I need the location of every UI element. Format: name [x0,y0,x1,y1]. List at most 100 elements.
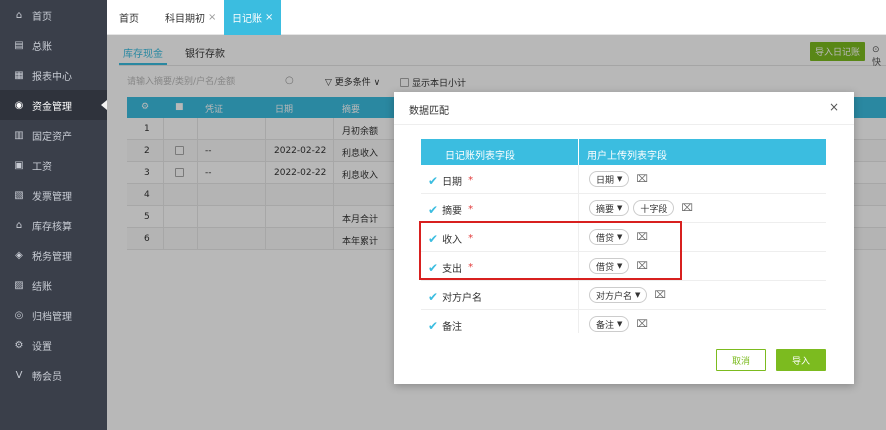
chevron-down-icon: ▼ [617,175,623,183]
mapping-row: ✔ 摘要 * 摘要 ▼ 十字段 ⌧ [421,194,826,223]
sidebar-item-label: 首页 [32,11,52,23]
trash-icon[interactable]: ⌧ [636,319,648,330]
trash-icon[interactable]: ⌧ [636,174,648,185]
chevron-down-icon: ▼ [617,320,623,328]
mapping-field: ✔ 摘要 * [428,202,474,218]
sidebar-item-label: 畅会员 [32,371,62,383]
cancel-button[interactable]: 取消 [716,349,766,371]
mapping-selects: 备注 ▼ ⌧ [589,316,648,332]
field-label: 对方户名 [442,293,483,304]
fund-icon: ◉ [14,99,24,111]
divider [578,139,579,165]
tab-bar: 首页 科目期初 × 日记账 × [107,0,886,35]
check-icon: ✔ [428,318,439,333]
dialog-title: 数据匹配 [409,106,449,117]
mapping-selects: 摘要 ▼ 十字段 ⌧ [589,200,693,216]
select-value: 日期 [596,175,615,186]
sidebar-item-label: 固定资产 [32,131,72,143]
sidebar-item[interactable]: ◈ 税务管理 [0,240,107,270]
sidebar-item[interactable]: ⌂ 首页 [0,0,107,30]
tab-label: 日记账 [232,14,262,25]
column-divider [578,194,579,222]
tab-home[interactable]: 首页 [119,0,139,35]
sidebar-item-label: 库存核算 [32,221,72,233]
field-label: 备注 [442,322,463,333]
asset-icon: ▥ [14,129,24,141]
column-journal-fields: 日记账列表字段 [445,151,515,162]
mapping-field: ✔ 备注 [428,318,463,334]
mapping-row: ✔ 备注 备注 ▼ ⌧ [421,310,826,333]
home-icon: ⌂ [15,9,23,21]
required-mark: * [468,175,474,186]
vip-icon: V [15,369,23,381]
settings-icon: ⚙ [14,339,24,351]
close-icon[interactable]: × [208,12,216,23]
field-label: 日期 [442,177,463,188]
sidebar-item[interactable]: ◉ 资金管理 [0,90,107,120]
mapping-field: ✔ 对方户名 [428,289,483,305]
import-button[interactable]: 导入 [776,349,826,371]
sidebar-item-label: 工资 [32,161,52,173]
ledger-icon: ▤ [14,39,24,51]
sidebar-item-label: 发票管理 [32,191,72,203]
mapping-header: 日记账列表字段 用户上传列表字段 [421,139,826,165]
close-icon[interactable]: × [829,100,839,114]
tab-label: 科目期初 [165,14,205,25]
mapping-selects: 对方户名 ▼ ⌧ [589,287,666,303]
sidebar-item[interactable]: ▣ 工资 [0,150,107,180]
trash-icon[interactable]: ⌧ [681,203,693,214]
mapping-row: ✔ 对方户名 对方户名 ▼ ⌧ [421,281,826,310]
divider [394,124,854,125]
select-value: 备注 [596,320,615,331]
required-mark: * [468,204,474,215]
column-upload-fields: 用户上传列表字段 [587,151,667,162]
chevron-down-icon: ▼ [635,291,641,299]
field-select[interactable]: 摘要 ▼ [589,200,630,216]
column-divider [578,165,579,193]
sidebar-item[interactable]: ▨ 结账 [0,270,107,300]
field-label: 摘要 [442,206,463,217]
select-value: 对方户名 [596,291,633,302]
field-select[interactable]: 备注 ▼ [589,316,630,332]
column-divider [578,281,579,309]
highlight-box [419,221,682,280]
mapping-field: ✔ 日期 * [428,173,474,189]
chevron-down-icon: ▼ [617,204,623,212]
sidebar-item-label: 归档管理 [32,311,72,323]
sidebar-item-label: 资金管理 [32,101,72,113]
column-divider [578,310,579,333]
sidebar-item[interactable]: ▧ 发票管理 [0,180,107,210]
mapping-row: ✔ 日期 * 日期 ▼ ⌧ [421,165,826,194]
sidebar-item[interactable]: ⌂ 库存核算 [0,210,107,240]
sidebar-item-label: 总账 [32,41,52,53]
trash-icon[interactable]: ⌧ [654,290,666,301]
sidebar-item-label: 报表中心 [32,71,72,83]
chart-icon: ▦ [14,69,24,81]
check-icon: ✔ [428,289,439,304]
tax-icon: ◈ [15,249,23,261]
check-icon: ✔ [428,173,439,188]
sidebar: ⌂ 首页 ▤ 总账 ▦ 报表中心 ◉ 资金管理 ▥ 固定资产 ▣ 工资 ▧ 发票管理 ⌂ 库存核算 ◈ 税务管理 ▨… [0,0,107,430]
sidebar-item[interactable]: ⚙ 设置 [0,330,107,360]
invoice-icon: ▧ [14,189,24,201]
sidebar-item[interactable]: ▤ 总账 [0,30,107,60]
tab-account-opening[interactable]: 科目期初 × [165,0,216,35]
field-select[interactable]: 对方户名 ▼ [589,287,648,303]
tab-journal[interactable]: 日记账 × [224,0,282,35]
close-books-icon: ▨ [14,279,24,291]
salary-icon: ▣ [14,159,24,171]
close-icon[interactable]: × [265,12,273,23]
inventory-icon: ⌂ [15,219,23,231]
field-select[interactable]: 日期 ▼ [589,171,630,187]
sidebar-item[interactable]: ◎ 归档管理 [0,300,107,330]
check-icon: ✔ [428,202,439,217]
sidebar-item-label: 设置 [32,341,52,353]
sidebar-item-label: 结账 [32,281,52,293]
mapping-selects: 日期 ▼ ⌧ [589,171,648,187]
sidebar-item[interactable]: ▦ 报表中心 [0,60,107,90]
sidebar-item[interactable]: ▥ 固定资产 [0,120,107,150]
sidebar-item[interactable]: V 畅会员 [0,360,107,390]
sidebar-item-label: 税务管理 [32,251,72,263]
archive-icon: ◎ [14,309,24,321]
add-field-button[interactable]: 十字段 [633,200,675,216]
